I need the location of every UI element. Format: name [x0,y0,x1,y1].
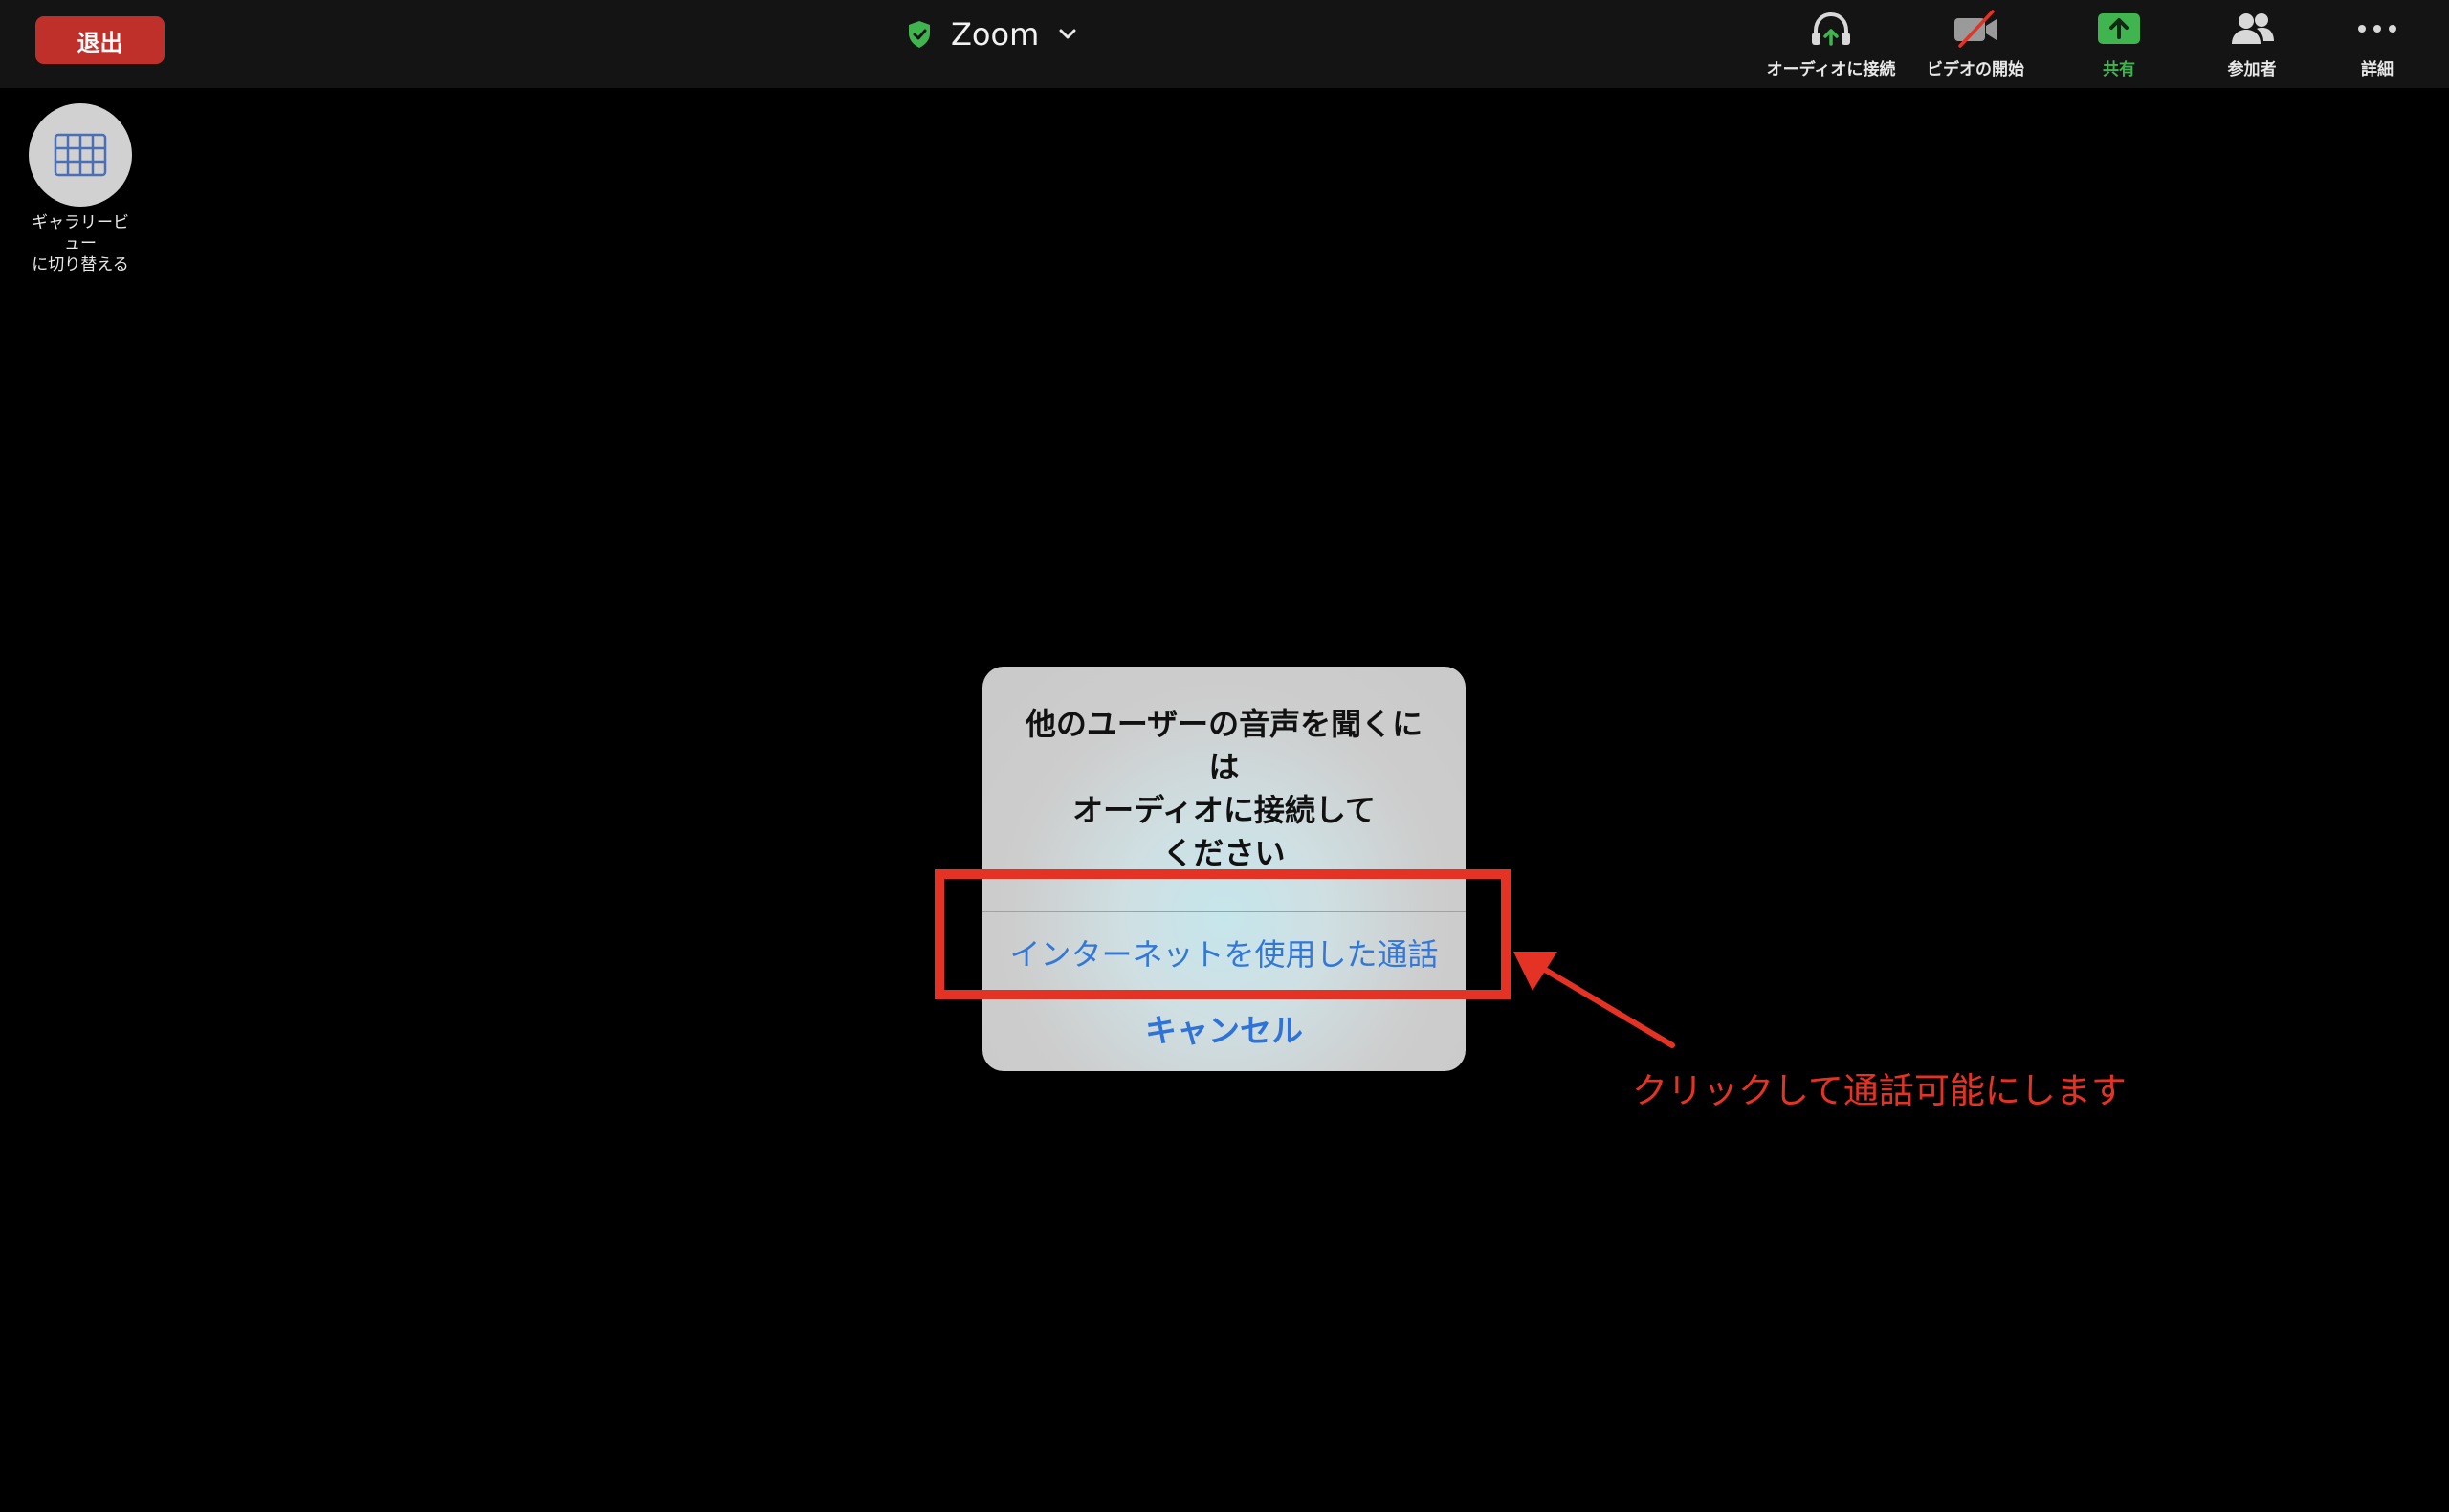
gallery-view-label-line3: に切り替える [32,255,129,274]
participants-button[interactable]: 参加者 [2216,8,2288,82]
cancel-button[interactable]: キャンセル [982,997,1466,1060]
gallery-view-button[interactable]: ギャラリービ ュー に切り替える [13,103,147,275]
shield-icon [909,21,930,48]
start-video-button[interactable]: ビデオの開始 [1913,8,2038,82]
meeting-title[interactable]: Zoom [907,13,1077,55]
participants-label: 参加者 [2227,60,2277,79]
chevron-down-icon [1059,29,1076,39]
join-audio-label: オーディオに接続 [1766,60,1896,79]
annotation-arrow-icon [1513,952,1675,1048]
gallery-view-label: ギャラリービ ュー に切り替える [13,212,147,275]
participants-icon [2232,13,2274,44]
share-screen-button[interactable]: 共有 [2085,8,2152,82]
leave-button[interactable]: 退出 [35,16,165,64]
dialog-message-line1: 他のユーザーの音声を聞くに [1025,706,1423,742]
gallery-view-circle[interactable] [29,103,132,207]
gallery-view-label-line2: ュー [64,234,97,253]
gallery-view-label-line1: ギャラリービ [32,213,129,232]
meeting-toolbar: 退出 Zoom オーディオに接続 ビデオの開始 共有 参加者 詳細 [0,0,2449,88]
headphones-icon [1812,11,1850,46]
share-screen-icon [2098,13,2140,44]
share-screen-label: 共有 [2103,60,2135,79]
annotation-highlight-box [935,869,1511,999]
more-button[interactable]: 詳細 [2353,8,2401,82]
dialog-message: 他のユーザーの音声を聞くに は オーディオに接続して ください [1002,703,1446,875]
video-off-icon [1954,10,1997,48]
more-label: 詳細 [2361,60,2394,79]
meeting-title-text: Zoom [951,16,1040,53]
join-audio-button[interactable]: オーディオに接続 [1756,8,1906,82]
dialog-message-line3: オーディオに接続して [1072,792,1376,828]
start-video-label: ビデオの開始 [1927,60,2024,79]
dialog-message-line2: は [1208,749,1240,785]
zoom-meeting-screen: 退出 Zoom オーディオに接続 ビデオの開始 共有 参加者 詳細 ギャラリービ… [0,0,2449,1512]
more-icon [2358,25,2396,33]
annotation-text: クリックして通話可能にします [1632,1070,2127,1111]
grid-icon [54,133,107,177]
